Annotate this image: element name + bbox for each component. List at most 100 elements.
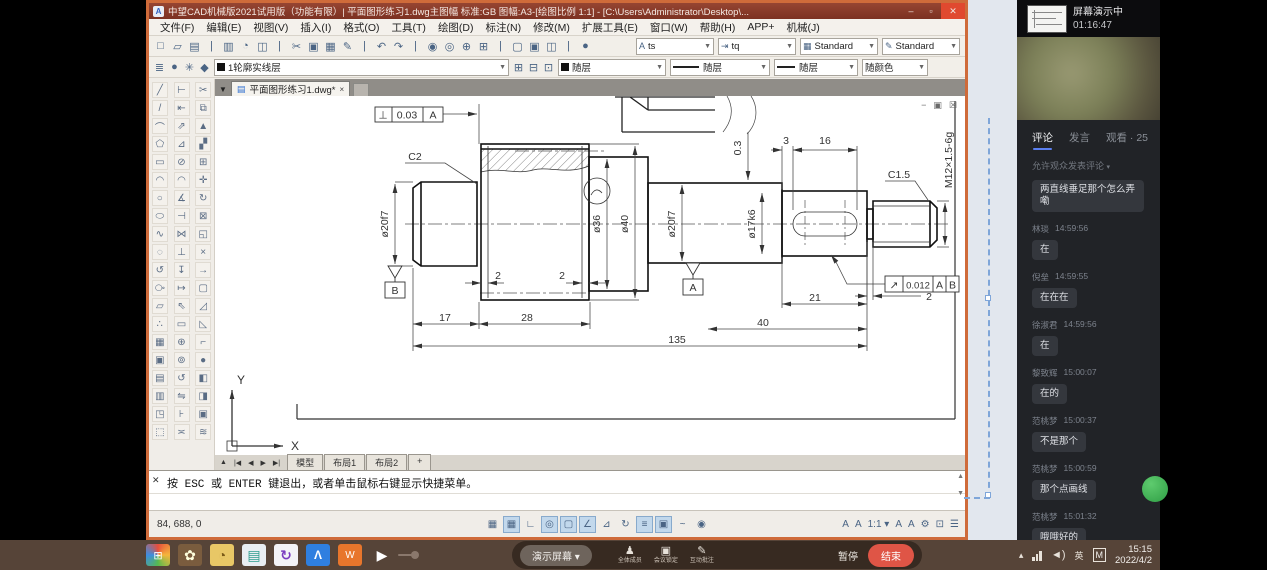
dimension-tool-icon[interactable]: ⇤: [174, 100, 190, 116]
close-button[interactable]: ✕: [941, 3, 965, 19]
toolbar-icon[interactable]: ●: [577, 38, 594, 55]
toolbar-icon[interactable]: |: [407, 38, 424, 55]
draw-tool-icon[interactable]: ╱: [152, 82, 168, 98]
status-right-icon[interactable]: ⚙: [921, 519, 930, 530]
webcam-video[interactable]: [1017, 37, 1160, 120]
draw-tool-icon[interactable]: ◠: [152, 172, 168, 188]
draw-tool-icon[interactable]: ▦: [152, 334, 168, 350]
status-right-icon[interactable]: A: [895, 519, 902, 530]
scroll-up-icon[interactable]: ▲: [957, 473, 964, 480]
status-toggle-icon[interactable]: ⊿: [598, 516, 615, 533]
status-right-icon[interactable]: A: [908, 519, 915, 530]
dimension-tool-icon[interactable]: ∡: [174, 190, 190, 206]
taskbar-app-icon[interactable]: ⊞: [146, 544, 170, 566]
status-toggle-icon[interactable]: ◉: [693, 516, 710, 533]
toolbar-icon[interactable]: ▣: [526, 38, 543, 55]
draw-tool-icon[interactable]: ↺: [152, 262, 168, 278]
draw-tool-icon[interactable]: ∴: [152, 316, 168, 332]
draw-tool-icon[interactable]: /: [152, 100, 168, 116]
modify-tool-icon[interactable]: ◿: [195, 298, 211, 314]
menu-item[interactable]: 文件(F): [155, 19, 199, 36]
toolbar-icon[interactable]: ↷: [390, 38, 407, 55]
modify-tool-icon[interactable]: ×: [195, 244, 211, 260]
draw-tool-icon[interactable]: ◳: [152, 406, 168, 422]
status-right-icon[interactable]: ⊡: [936, 519, 944, 530]
document-tab[interactable]: ▤ 平面图形练习1.dwg* ×: [231, 81, 350, 96]
toolbar-icon[interactable]: |: [492, 38, 509, 55]
comment-permission-dropdown[interactable]: 允许观众发表评论 ▾: [1017, 151, 1160, 174]
toolbar-icon[interactable]: ▱: [169, 38, 186, 55]
plotstyle-combo[interactable]: 随颜色 ▼: [862, 59, 928, 76]
draw-tool-icon[interactable]: ⧂: [152, 280, 168, 296]
toolbar-icon[interactable]: ▢: [509, 38, 526, 55]
dimension-tool-icon[interactable]: ↺: [174, 370, 190, 386]
status-right-icon[interactable]: A: [855, 519, 862, 530]
taskbar-app-icon[interactable]: ◔: [210, 544, 234, 566]
scroll-down-icon[interactable]: ▼: [957, 490, 964, 497]
status-right-icon[interactable]: A: [842, 519, 849, 530]
modify-tool-icon[interactable]: →: [195, 262, 211, 278]
menu-item[interactable]: 编辑(E): [201, 19, 246, 36]
floating-meeting-button[interactable]: [1142, 476, 1168, 502]
toolbar-icon[interactable]: ↶: [373, 38, 390, 55]
layout-nav-icon[interactable]: ▶|: [271, 459, 282, 467]
modify-tool-icon[interactable]: ✛: [195, 172, 211, 188]
end-button[interactable]: 结束: [868, 544, 914, 567]
draw-tool-icon[interactable]: ▥: [152, 388, 168, 404]
dimension-tool-icon[interactable]: ⋈: [174, 226, 190, 242]
drawing-canvas[interactable]: −▣☒: [215, 96, 965, 455]
share-region-handle[interactable]: [985, 295, 991, 301]
chat-tab[interactable]: 观看 · 25: [1106, 130, 1148, 145]
dimension-tool-icon[interactable]: ≍: [174, 424, 190, 440]
draw-tool-icon[interactable]: ▭: [152, 154, 168, 170]
ime-indicator[interactable]: 英: [1075, 549, 1084, 562]
toolbar-icon[interactable]: □: [152, 38, 169, 55]
modify-tool-icon[interactable]: ▢: [195, 280, 211, 296]
layer-state-icon[interactable]: ⊞: [511, 59, 526, 76]
layout-nav-icon[interactable]: ▶: [259, 459, 268, 467]
modify-tool-icon[interactable]: ◱: [195, 226, 211, 242]
modify-tool-icon[interactable]: ▣: [195, 406, 211, 422]
style-combo[interactable]: ▦ Standard ▼: [800, 38, 878, 55]
layout-tab[interactable]: 模型: [287, 454, 323, 471]
toolbar-icon[interactable]: ▥: [220, 38, 237, 55]
maximize-button[interactable]: ▫: [921, 3, 941, 19]
dimension-tool-icon[interactable]: ⇖: [174, 298, 190, 314]
draw-tool-icon[interactable]: ⬭: [152, 208, 168, 224]
style-combo[interactable]: ✎ Standard ▼: [882, 38, 960, 55]
color-combo[interactable]: 随层 ▼: [558, 59, 666, 76]
draw-tool-icon[interactable]: ◌: [152, 244, 168, 260]
status-right-icon[interactable]: 1:1 ▾: [868, 519, 890, 530]
draw-tool-icon[interactable]: ○: [152, 190, 168, 206]
modify-tool-icon[interactable]: ◧: [195, 370, 211, 386]
status-toggle-icon[interactable]: ◎: [541, 516, 558, 533]
layout-nav-icon[interactable]: ◀: [246, 459, 255, 467]
linetype-combo[interactable]: 随层 ▼: [670, 59, 770, 76]
menu-item[interactable]: APP+: [742, 20, 779, 34]
modify-tool-icon[interactable]: ●: [195, 352, 211, 368]
menu-item[interactable]: 视图(V): [248, 19, 293, 36]
dimension-tool-icon[interactable]: ⊢: [174, 82, 190, 98]
tab-close-icon[interactable]: ×: [340, 85, 345, 94]
status-toggle-icon[interactable]: ▦: [503, 516, 520, 533]
dimension-tool-icon[interactable]: ◠: [174, 172, 190, 188]
toolbar-icon[interactable]: ◔: [237, 38, 254, 55]
status-toggle-icon[interactable]: ▣: [655, 516, 672, 533]
taskbar-clock[interactable]: 15:15 2022/4/2: [1115, 544, 1152, 566]
modify-tool-icon[interactable]: ◨: [195, 388, 211, 404]
modify-tool-icon[interactable]: ◺: [195, 316, 211, 332]
menu-item[interactable]: 工具(T): [387, 19, 431, 36]
modify-tool-icon[interactable]: ▞: [195, 136, 211, 152]
layout-nav-icon[interactable]: ▲: [218, 459, 229, 467]
cad-titlebar[interactable]: A 中望CAD机械版2021试用版（功能有限）| 平面图形练习1.dwg主图幅 …: [149, 3, 965, 19]
modify-tool-icon[interactable]: ✂: [195, 82, 211, 98]
status-right-icon[interactable]: ☰: [950, 519, 959, 530]
style-combo[interactable]: A ts ▼: [636, 38, 714, 55]
draw-tool-icon[interactable]: ⬚: [152, 424, 168, 440]
menu-item[interactable]: 标注(N): [481, 19, 527, 36]
taskbar-app-icon[interactable]: ↻: [274, 544, 298, 566]
dimension-tool-icon[interactable]: ↧: [174, 262, 190, 278]
toolbar-icon[interactable]: ▦: [322, 38, 339, 55]
toolbar-icon[interactable]: ◫: [543, 38, 560, 55]
chat-tab[interactable]: 评论: [1032, 130, 1053, 145]
